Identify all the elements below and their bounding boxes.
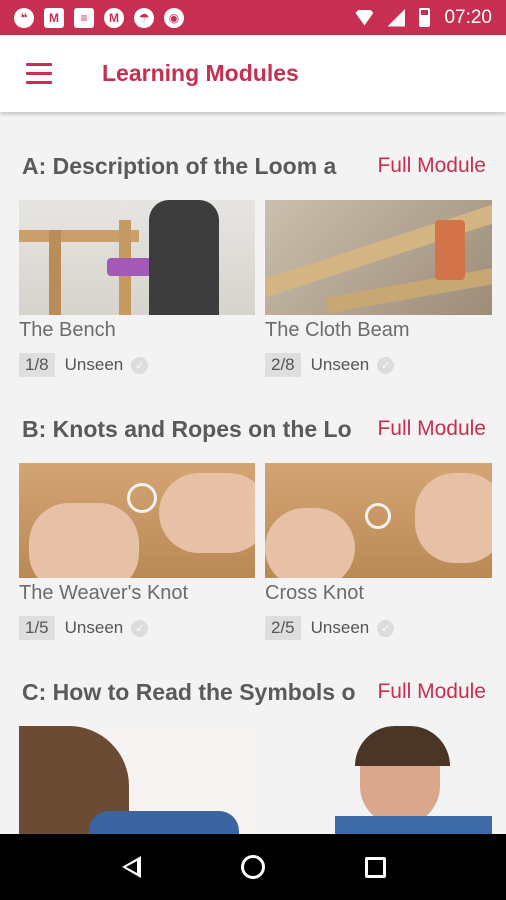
no-signal-icon	[387, 8, 406, 27]
lesson-status: Unseen	[310, 618, 370, 637]
full-module-link[interactable]: Full Module	[377, 417, 486, 441]
module-list[interactable]: A: Description of the Loom a Full Module…	[0, 112, 506, 834]
back-button[interactable]	[111, 847, 151, 887]
home-button[interactable]	[233, 847, 273, 887]
lesson-index-badge: 1/8	[19, 353, 55, 377]
battery-icon	[419, 8, 431, 27]
back-icon	[121, 856, 141, 878]
lesson-card[interactable]	[265, 726, 492, 834]
umbrella-icon: ☂	[134, 7, 154, 28]
lesson-title: Cross Knot	[265, 582, 364, 604]
lesson-index-badge: 2/8	[265, 353, 301, 377]
lesson-card[interactable]: The Bench 1/8 Unseen ✓	[19, 200, 255, 377]
lesson-card[interactable]: The Weaver's Knot 1/5 Unseen ✓	[19, 463, 255, 640]
recents-icon	[364, 856, 386, 878]
lesson-card[interactable]: Cross Knot 2/5 Unseen ✓	[265, 463, 492, 640]
lesson-thumbnail	[265, 463, 492, 578]
lesson-title: The Cloth Beam	[265, 319, 410, 341]
lesson-thumbnail	[19, 726, 255, 834]
check-icon: ✓	[131, 619, 149, 637]
module-title: A: Description of the Loom a	[22, 152, 337, 179]
lesson-status: Unseen	[310, 355, 370, 374]
module-section: B: Knots and Ropes on the Lo Full Module…	[0, 411, 506, 640]
app-bar: Learning Modules	[0, 35, 506, 112]
module-title: C: How to Read the Symbols o	[22, 678, 356, 705]
full-module-link[interactable]: Full Module	[377, 680, 486, 704]
full-module-link[interactable]: Full Module	[377, 154, 486, 178]
module-section: A: Description of the Loom a Full Module…	[0, 148, 506, 377]
wifi-icon	[355, 9, 374, 26]
chrome-icon: ◉	[164, 7, 184, 28]
lesson-thumbnail	[265, 200, 492, 315]
navigation-bar	[0, 834, 506, 900]
lesson-index-badge: 1/5	[19, 616, 55, 640]
home-icon	[241, 855, 265, 879]
menu-button[interactable]	[14, 49, 64, 99]
page-title: Learning Modules	[102, 60, 299, 86]
lesson-card[interactable]	[19, 726, 255, 834]
motorola-icon: M	[104, 7, 124, 28]
check-icon: ✓	[377, 356, 395, 374]
lesson-card[interactable]: The Cloth Beam 2/8 Unseen ✓	[265, 200, 492, 377]
lesson-thumbnail	[19, 200, 255, 315]
hamburger-icon	[26, 63, 52, 66]
lesson-thumbnail	[265, 726, 492, 834]
lesson-title: The Weaver's Knot	[19, 582, 189, 604]
module-section: C: How to Read the Symbols o Full Module	[0, 674, 506, 834]
status-bar: ❝ M ≡ M ☂ ◉ 07:20	[0, 0, 506, 35]
news-icon: ≡	[74, 7, 94, 28]
lesson-status: Unseen	[64, 355, 124, 374]
lesson-index-badge: 2/5	[265, 616, 301, 640]
gmail-icon: M	[44, 7, 64, 28]
lesson-status: Unseen	[64, 618, 124, 637]
hangouts-icon: ❝	[14, 7, 34, 28]
lesson-thumbnail	[19, 463, 255, 578]
check-icon: ✓	[131, 356, 149, 374]
check-icon: ✓	[377, 619, 395, 637]
recents-button[interactable]	[355, 847, 395, 887]
clock: 07:20	[444, 6, 492, 28]
lesson-title: The Bench	[19, 319, 116, 341]
module-title: B: Knots and Ropes on the Lo	[22, 415, 352, 442]
